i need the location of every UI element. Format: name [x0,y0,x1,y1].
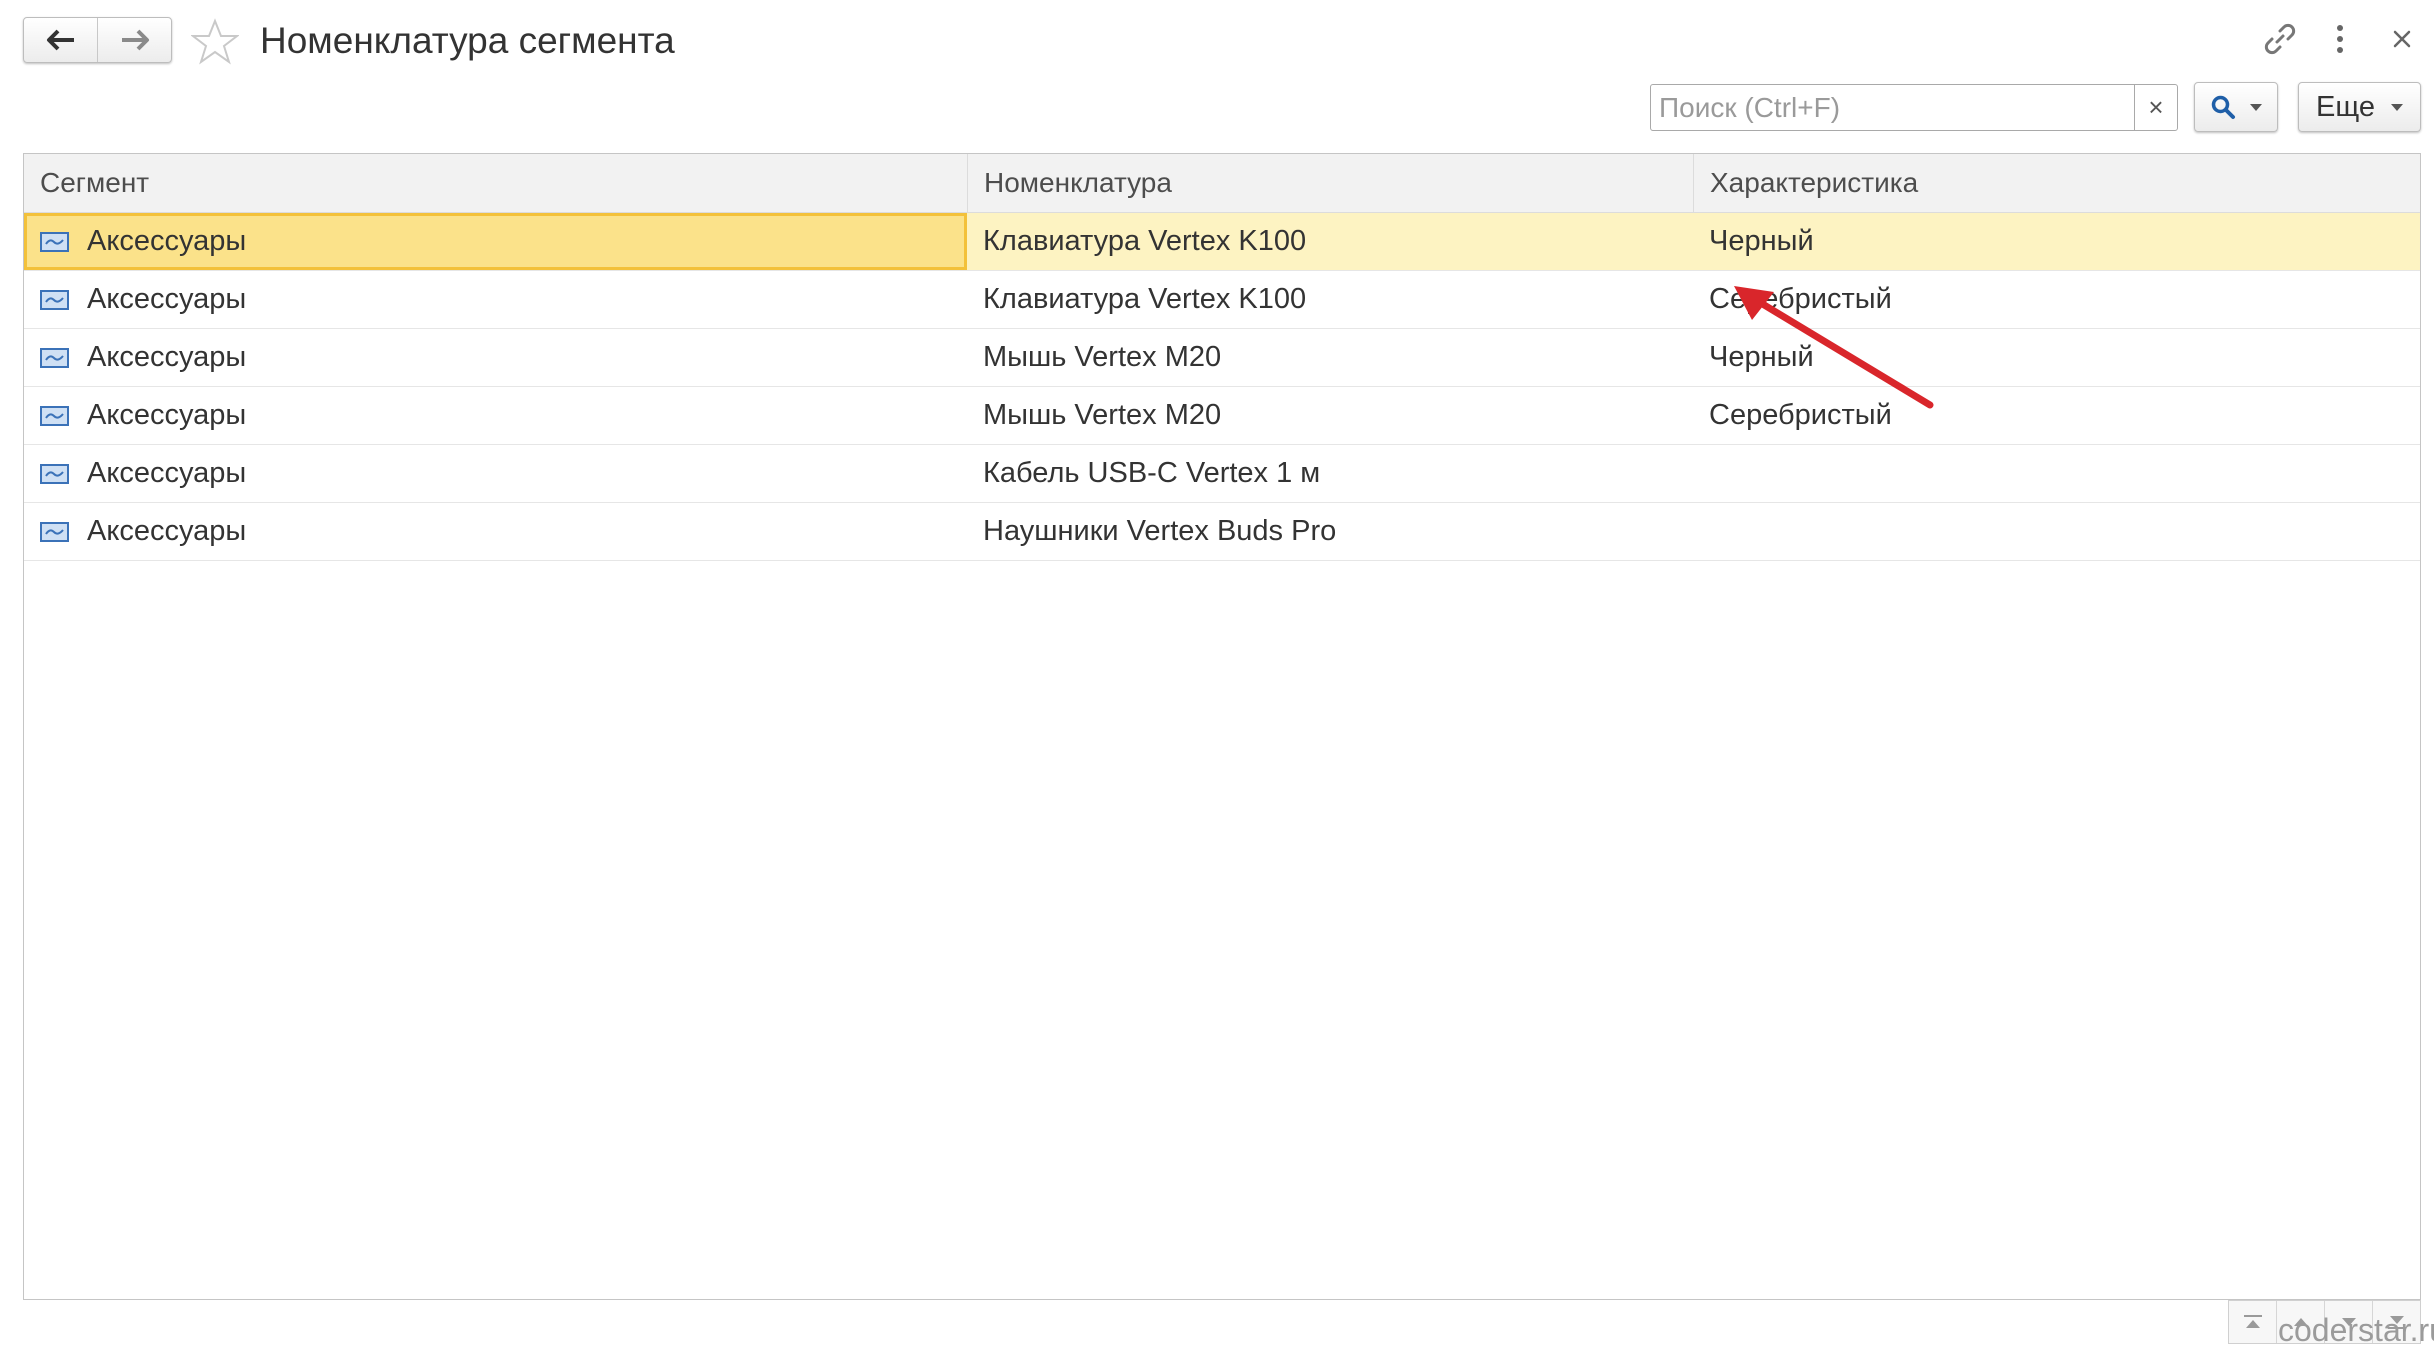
cell-nomenclature[interactable]: Клавиатура Vertex K100 [967,213,1693,270]
table-row[interactable]: Аксессуары Кабель USB-C Vertex 1 м [24,445,2420,503]
page-first-button[interactable] [2229,1301,2276,1343]
link-button[interactable] [2261,20,2299,58]
table-row[interactable]: Аксессуары Клавиатура Vertex K100 Серебр… [24,271,2420,329]
cell-text: Аксессуары [87,283,247,315]
close-button[interactable] [2383,20,2421,58]
more-actions-button[interactable] [2321,20,2359,58]
cell-segment[interactable]: Аксессуары [24,213,967,270]
forward-button[interactable] [97,18,171,62]
watermark: coderstar.ru [2278,1312,2434,1348]
cell-text: Аксессуары [87,457,247,489]
forward-arrow-icon [121,29,149,51]
segment-icon [40,463,69,484]
column-header-nomenclature[interactable]: Номенклатура [967,154,1693,212]
cell-text: Аксессуары [87,225,247,257]
more-button[interactable]: Еще [2298,82,2421,132]
history-nav [23,17,172,63]
cell-segment[interactable]: Аксессуары [24,503,967,560]
table-header: Сегмент Номенклатура Характеристика [24,154,2420,213]
page-title: Номенклатура сегмента [260,20,675,61]
cell-segment[interactable]: Аксессуары [24,387,967,444]
table-row[interactable]: Аксессуары Наушники Vertex Buds Pro [24,503,2420,561]
cell-text: Аксессуары [87,341,247,373]
back-button[interactable] [24,18,97,62]
cell-text: Аксессуары [87,399,247,431]
table-row[interactable]: Аксессуары Клавиатура Vertex K100 Черный [24,213,2420,271]
segment-icon [40,521,69,542]
cell-characteristic[interactable]: Черный [1693,213,2420,270]
cell-nomenclature[interactable]: Кабель USB-C Vertex 1 м [967,445,1693,502]
column-header-characteristic[interactable]: Характеристика [1693,154,2420,212]
search-icon [2211,95,2235,119]
annotation-arrow [1734,286,1934,409]
table-row[interactable]: Аксессуары Мышь Vertex M20 Серебристый [24,387,2420,445]
segment-icon [40,405,69,426]
star-icon[interactable] [191,18,239,66]
segment-icon [40,289,69,310]
back-arrow-icon [46,29,74,51]
cell-segment[interactable]: Аксессуары [24,445,967,502]
cell-segment[interactable]: Аксессуары [24,271,967,328]
more-button-label: Еще [2315,90,2375,123]
chevron-down-icon [2250,103,2262,111]
cell-characteristic[interactable] [1693,503,2420,560]
table-row[interactable]: Аксессуары Мышь Vertex M20 Черный [24,329,2420,387]
cell-segment[interactable]: Аксессуары [24,329,967,386]
chevron-down-icon [2391,103,2403,111]
cell-nomenclature[interactable]: Наушники Vertex Buds Pro [967,503,1693,560]
column-header-segment[interactable]: Сегмент [24,154,967,212]
nomenclature-table: Сегмент Номенклатура Характеристика Аксе… [23,153,2421,1300]
more-vertical-icon [2337,25,2343,53]
search-field: × [1650,84,2178,131]
search-input[interactable] [1651,85,2134,130]
cell-text: Аксессуары [87,515,247,547]
cell-nomenclature[interactable]: Мышь Vertex M20 [967,387,1693,444]
segment-icon [40,347,69,368]
cell-nomenclature[interactable]: Мышь Vertex M20 [967,329,1693,386]
search-button[interactable] [2194,82,2278,132]
page-first-icon [2243,1315,2262,1328]
segment-icon [40,231,69,252]
link-icon [2264,23,2296,55]
close-icon [2393,30,2411,48]
cell-characteristic[interactable] [1693,445,2420,502]
search-clear-button[interactable]: × [2134,85,2177,130]
cell-nomenclature[interactable]: Клавиатура Vertex K100 [967,271,1693,328]
